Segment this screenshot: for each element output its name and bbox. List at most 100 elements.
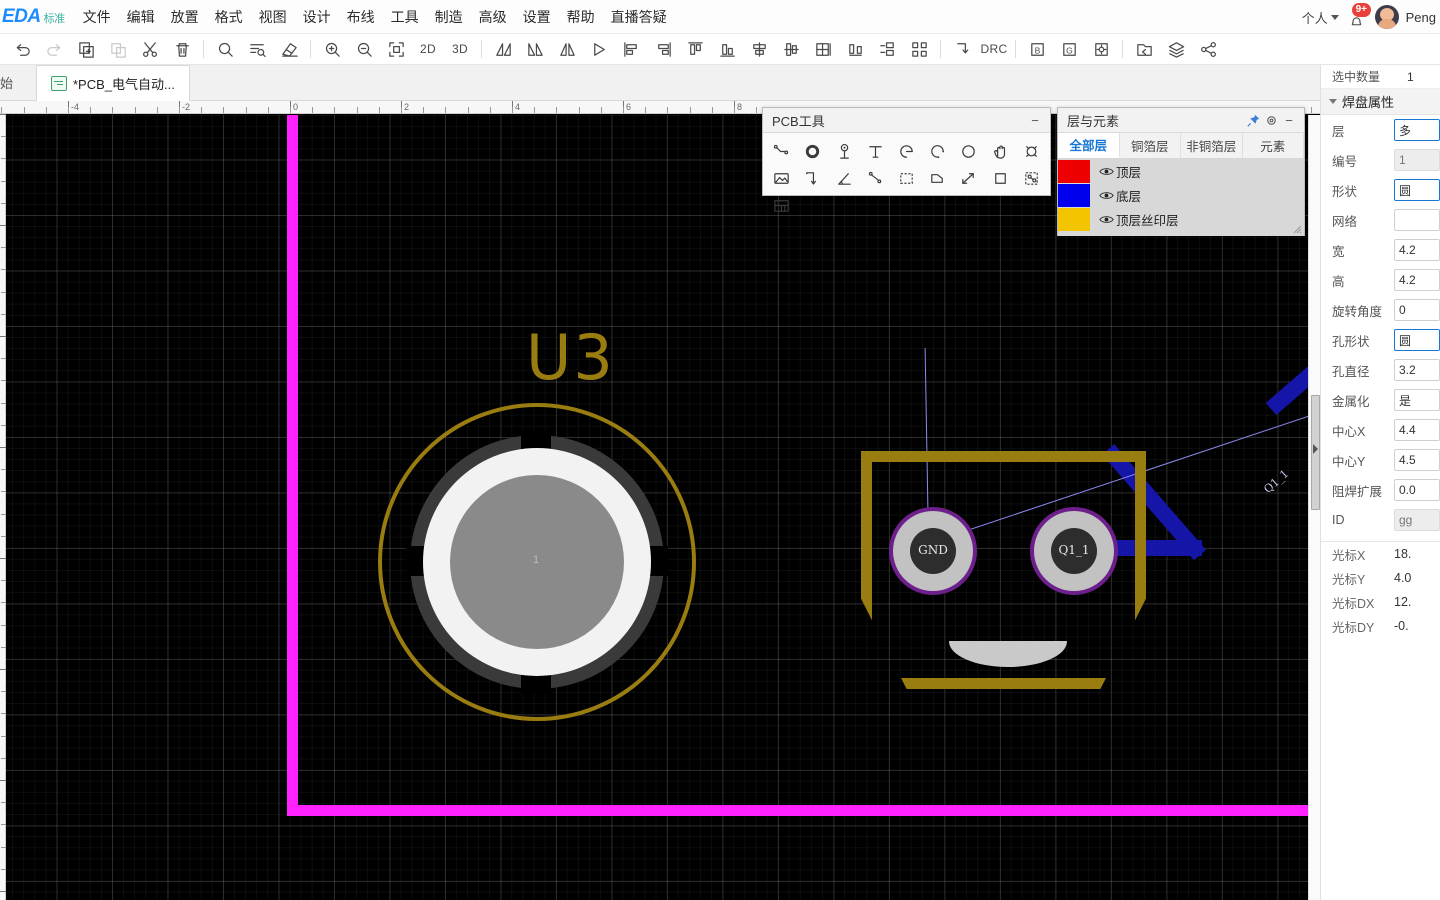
flip-vertical-icon[interactable] [519,36,551,62]
property-field-旋转角度[interactable]: 0 [1394,299,1440,321]
zoom-out-icon[interactable] [348,36,380,62]
component-u3[interactable]: 1 [378,403,696,721]
pin-icon[interactable] [1244,111,1262,129]
eye-icon[interactable] [1096,214,1116,225]
ground-layer-icon[interactable]: G [1053,36,1085,62]
layer-row-1[interactable]: 底层 [1058,183,1304,207]
menu-item-10[interactable]: 设置 [515,3,559,31]
avatar[interactable] [1374,5,1399,29]
measure-tool[interactable] [953,165,984,192]
menu-item-3[interactable]: 格式 [207,3,251,31]
polygon-tool[interactable] [922,165,953,192]
property-field-中心Y[interactable]: 4.5 [1394,449,1440,471]
canvas-scrollbar-thumb[interactable] [1311,395,1320,510]
view-2d-button[interactable]: 2D [412,36,444,62]
mirror-icon[interactable] [551,36,583,62]
menu-item-11[interactable]: 帮助 [559,3,603,31]
property-field-层[interactable]: 多 [1394,119,1440,141]
layers-tab-3[interactable]: 元素 [1243,133,1304,158]
via-tool[interactable] [797,138,828,165]
component-q1[interactable]: GND Q1_1 [861,451,1151,696]
layer-row-0[interactable]: 顶层 [1058,159,1304,183]
pad-gnd[interactable]: GND [889,507,977,595]
restore-icon[interactable] [1128,36,1160,62]
copper-area-tool[interactable] [1016,165,1047,192]
layers-icon[interactable] [1160,36,1192,62]
property-field-阻焊扩展[interactable]: 0.0 [1394,479,1440,501]
cut-icon[interactable] [134,36,166,62]
menu-item-12[interactable]: 直播答疑 [603,3,675,31]
align-center-h-icon[interactable] [743,36,775,62]
menu-item-5[interactable]: 设计 [295,3,339,31]
canvas-vertical-scrollbar[interactable] [1308,115,1320,900]
drc-button[interactable]: DRC [978,36,1010,62]
layers-minimize-icon[interactable]: − [1280,111,1298,129]
origin-icon[interactable] [1085,36,1117,62]
fit-view-icon[interactable] [380,36,412,62]
menu-item-9[interactable]: 高级 [471,3,515,31]
minimize-icon[interactable]: − [1026,111,1044,129]
distribute-h-icon[interactable] [839,36,871,62]
menu-item-0[interactable]: 文件 [75,3,119,31]
flip-horizontal-icon[interactable] [487,36,519,62]
zoom-in-icon[interactable] [316,36,348,62]
menu-item-2[interactable]: 放置 [163,3,207,31]
bottom-layer-icon[interactable]: B [1021,36,1053,62]
property-field-中心X[interactable]: 4.4 [1394,419,1440,441]
delete-icon[interactable] [166,36,198,62]
document-tab-0[interactable]: 始 [0,65,36,100]
property-field-形状[interactable]: 圆 [1394,179,1440,201]
document-tab-1[interactable]: *PCB_电气自动... [36,65,190,101]
pcb-tools-panel[interactable]: PCB工具 − [762,107,1051,212]
hole-tool[interactable] [1016,138,1047,165]
arrange-icon[interactable] [903,36,935,62]
layer-row-2[interactable]: 顶层丝印层 [1058,207,1304,231]
find-list-icon[interactable] [241,36,273,62]
menu-item-6[interactable]: 布线 [339,3,383,31]
property-field-高[interactable]: 4.2 [1394,269,1440,291]
align-left-icon[interactable] [615,36,647,62]
rect-tool[interactable] [985,165,1016,192]
view-3d-button[interactable]: 3D [444,36,476,62]
notifications-button[interactable]: 9+ [1346,3,1372,29]
property-field-金属化[interactable]: 是 [1394,389,1440,411]
align-top-icon[interactable] [679,36,711,62]
arc-tool[interactable] [891,138,922,165]
layer-color-swatch[interactable] [1058,159,1090,183]
drag-tool[interactable] [985,138,1016,165]
property-field-网络[interactable] [1394,209,1440,231]
rotate-icon[interactable] [583,36,615,62]
grid-align-icon[interactable] [807,36,839,62]
pad-tool[interactable] [828,138,859,165]
copy-icon[interactable] [70,36,102,62]
share-icon[interactable] [1192,36,1224,62]
distribute-v-icon[interactable] [871,36,903,62]
layers-panel[interactable]: 层与元素 − 全部层 铜箔层 非铜箔层 元素 顶层 底层 顶层丝印层 [1057,107,1305,236]
align-bottom-icon[interactable] [711,36,743,62]
search-icon[interactable] [209,36,241,62]
account-menu[interactable]: 个人 [1302,8,1339,27]
property-field-孔形状[interactable]: 圆 [1394,329,1440,351]
align-center-v-icon[interactable] [775,36,807,62]
eraser-icon[interactable] [273,36,305,62]
layers-tab-2[interactable]: 非铜箔层 [1181,133,1243,158]
layers-tab-1[interactable]: 铜箔层 [1120,133,1181,158]
property-field-宽[interactable]: 4.2 [1394,239,1440,261]
align-right-icon[interactable] [647,36,679,62]
pad-q1-1[interactable]: Q1_1 [1030,507,1118,595]
property-field-孔直径[interactable]: 3.2 [1394,359,1440,381]
layer-color-swatch[interactable] [1058,207,1090,231]
reroute-icon[interactable] [946,36,978,62]
table-tool[interactable] [766,192,797,219]
angle-tool[interactable] [828,165,859,192]
menu-item-4[interactable]: 视图 [251,3,295,31]
menu-item-1[interactable]: 编辑 [119,3,163,31]
route-track-tool[interactable] [766,138,797,165]
pad-properties-header[interactable]: 焊盘属性 [1321,89,1440,115]
text-tool[interactable] [860,138,891,165]
resize-grip-icon[interactable] [1290,222,1302,234]
layers-tab-0[interactable]: 全部层 [1058,133,1120,158]
gear-icon[interactable] [1262,111,1280,129]
menu-item-7[interactable]: 工具 [383,3,427,31]
arc3-tool[interactable] [922,138,953,165]
